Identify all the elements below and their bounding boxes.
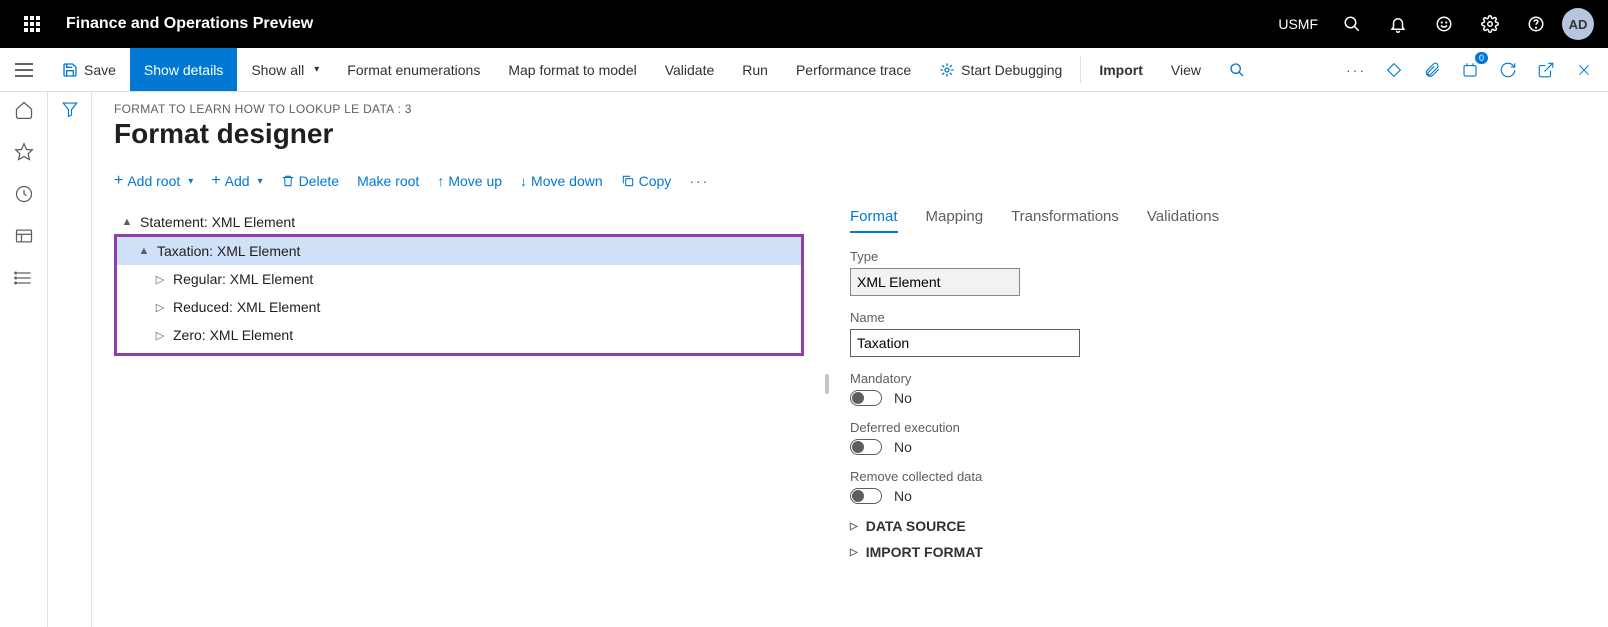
gear-icon[interactable] <box>1470 4 1510 44</box>
chevron-down-icon: ▾ <box>258 176 263 187</box>
mandatory-value: No <box>894 390 912 406</box>
add-root-button[interactable]: +Add root▾ <box>114 172 193 190</box>
format-enumerations-button[interactable]: Format enumerations <box>333 48 494 91</box>
chevron-down-icon: ▾ <box>188 176 193 187</box>
performance-trace-button[interactable]: Performance trace <box>782 48 925 91</box>
tab-mapping[interactable]: Mapping <box>926 208 984 233</box>
tab-validations[interactable]: Validations <box>1147 208 1219 233</box>
deferred-label: Deferred execution <box>850 420 1586 435</box>
tab-transformations[interactable]: Transformations <box>1011 208 1119 233</box>
paperclip-icon[interactable] <box>1418 56 1446 84</box>
refresh-icon[interactable] <box>1494 56 1522 84</box>
add-button[interactable]: +Add▾ <box>211 172 262 190</box>
details-pane: Format Mapping Transformations Validatio… <box>850 208 1586 560</box>
highlight-box: ▲ Taxation: XML Element ▷ Regular: XML E… <box>114 234 804 356</box>
move-up-button[interactable]: ↑Move up <box>437 173 502 189</box>
main-content: FORMAT TO LEARN HOW TO LOOKUP LE DATA : … <box>92 92 1608 627</box>
show-details-label: Show details <box>144 62 223 78</box>
recent-icon[interactable] <box>12 182 36 206</box>
chevron-down-icon: ▲ <box>137 245 151 257</box>
app-title: Finance and Operations Preview <box>66 15 1278 33</box>
name-label: Name <box>850 310 1586 325</box>
notification-count: 0 <box>1475 52 1488 64</box>
home-icon[interactable] <box>12 98 36 122</box>
bell-icon[interactable] <box>1378 4 1418 44</box>
map-format-button[interactable]: Map format to model <box>494 48 650 91</box>
save-button[interactable]: Save <box>48 48 130 91</box>
show-details-button[interactable]: Show details <box>130 48 237 91</box>
make-root-button[interactable]: Make root <box>357 173 419 189</box>
data-source-expander[interactable]: ▷ DATA SOURCE <box>850 518 1586 534</box>
command-bar: Save Show details Show all ▾ Format enum… <box>0 48 1608 92</box>
mandatory-label: Mandatory <box>850 371 1586 386</box>
breadcrumb: FORMAT TO LEARN HOW TO LOOKUP LE DATA : … <box>114 102 1586 116</box>
mandatory-toggle[interactable] <box>850 390 882 406</box>
page-title: Format designer <box>114 118 1586 150</box>
chevron-right-icon: ▷ <box>850 521 858 532</box>
start-debugging-button[interactable]: Start Debugging <box>925 48 1076 91</box>
workspaces-icon[interactable] <box>12 224 36 248</box>
more-icon[interactable]: ··· <box>1342 56 1370 84</box>
tree-node-statement[interactable]: ▲ Statement: XML Element <box>114 208 804 236</box>
divider <box>1080 56 1081 83</box>
remove-label: Remove collected data <box>850 469 1586 484</box>
import-button[interactable]: Import <box>1085 48 1157 91</box>
diamond-icon[interactable] <box>1380 56 1408 84</box>
hamburger-icon[interactable] <box>0 48 48 91</box>
filter-column <box>48 92 92 627</box>
avatar[interactable]: AD <box>1562 8 1594 40</box>
tree-node-zero[interactable]: ▷ Zero: XML Element <box>117 321 801 349</box>
type-label: Type <box>850 249 1586 264</box>
modules-icon[interactable] <box>12 266 36 290</box>
save-label: Save <box>84 62 116 78</box>
smiley-icon[interactable] <box>1424 4 1464 44</box>
format-toolbar: +Add root▾ +Add▾ Delete Make root ↑Move … <box>114 172 1586 190</box>
copy-button[interactable]: Copy <box>621 173 672 189</box>
chevron-right-icon: ▷ <box>153 301 167 314</box>
show-all-button[interactable]: Show all ▾ <box>237 48 333 91</box>
chevron-down-icon: ▾ <box>314 64 319 75</box>
popout-icon[interactable] <box>1532 56 1560 84</box>
find-button[interactable] <box>1215 48 1259 91</box>
close-icon[interactable] <box>1570 56 1598 84</box>
splitter[interactable] <box>824 208 830 560</box>
chevron-right-icon: ▷ <box>153 329 167 342</box>
remove-value: No <box>894 488 912 504</box>
tree-node-regular[interactable]: ▷ Regular: XML Element <box>117 265 801 293</box>
type-field[interactable] <box>850 268 1020 296</box>
company-code[interactable]: USMF <box>1278 16 1318 32</box>
show-all-label: Show all <box>251 62 304 78</box>
tree-node-reduced[interactable]: ▷ Reduced: XML Element <box>117 293 801 321</box>
global-header: Finance and Operations Preview USMF AD <box>0 0 1608 48</box>
move-down-button[interactable]: ↓Move down <box>520 173 603 189</box>
deferred-value: No <box>894 439 912 455</box>
validate-button[interactable]: Validate <box>651 48 729 91</box>
search-icon[interactable] <box>1332 4 1372 44</box>
delete-button[interactable]: Delete <box>281 173 339 189</box>
notifications-icon[interactable]: 0 <box>1456 56 1484 84</box>
run-button[interactable]: Run <box>728 48 782 91</box>
remove-toggle[interactable] <box>850 488 882 504</box>
more-actions-icon[interactable]: ··· <box>689 173 709 189</box>
chevron-right-icon: ▷ <box>153 273 167 286</box>
view-button[interactable]: View <box>1157 48 1215 91</box>
chevron-right-icon: ▷ <box>850 547 858 558</box>
import-format-expander[interactable]: ▷ IMPORT FORMAT <box>850 544 1586 560</box>
filter-icon[interactable] <box>61 100 79 627</box>
tab-format[interactable]: Format <box>850 208 898 233</box>
tree-node-taxation[interactable]: ▲ Taxation: XML Element <box>117 237 801 265</box>
deferred-toggle[interactable] <box>850 439 882 455</box>
name-field[interactable] <box>850 329 1080 357</box>
chevron-down-icon: ▲ <box>120 216 134 228</box>
help-icon[interactable] <box>1516 4 1556 44</box>
star-icon[interactable] <box>12 140 36 164</box>
details-tabs: Format Mapping Transformations Validatio… <box>850 208 1586 233</box>
left-rail <box>0 92 48 627</box>
app-launcher-icon[interactable] <box>8 0 56 48</box>
format-tree: ▲ Statement: XML Element ▲ Taxation: XML… <box>114 208 804 560</box>
